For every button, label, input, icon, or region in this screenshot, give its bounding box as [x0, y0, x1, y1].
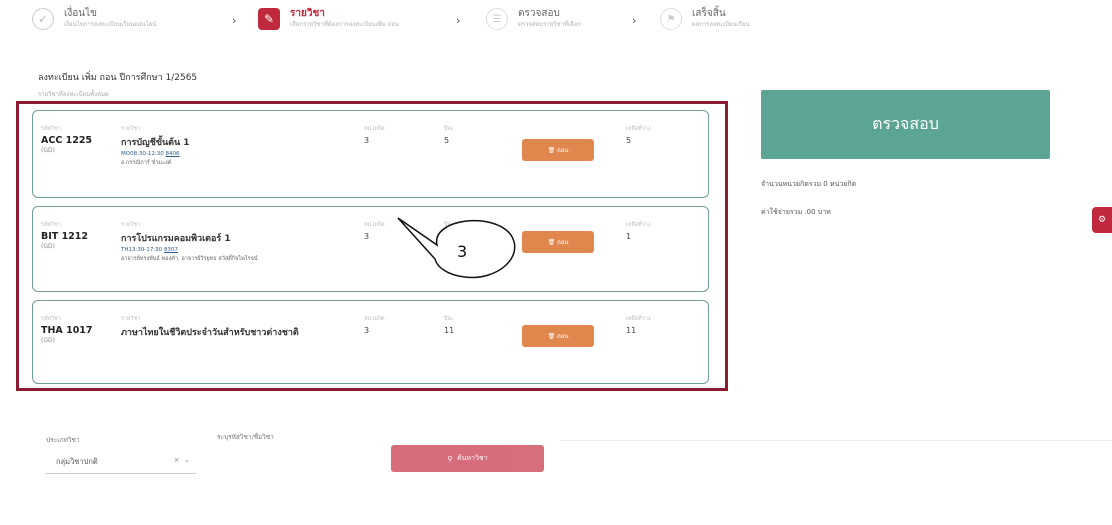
check-icon: ✓ [32, 8, 54, 30]
search-icon: ⚲ [447, 454, 457, 463]
divider [560, 440, 1112, 441]
search-button-label: ค้นหาวิชา [456, 454, 488, 462]
course-code: BIT 1212 [41, 231, 89, 242]
name-label: รายวิชา [121, 126, 141, 132]
course-type-value: กลุ่มวิชาปกติ [56, 456, 98, 466]
course-seats: 1 [626, 232, 632, 241]
seats-label: เหลือที่ว่าง [626, 316, 651, 322]
course-teacher: อาจารย์ทรงพันธ์ ทองคำ, อาจารย์วิรยุทธ สว… [121, 256, 258, 262]
trash-icon: 🗑 [547, 332, 558, 340]
clear-icon[interactable]: × [174, 456, 180, 464]
name-label: รายวิชา [121, 316, 141, 322]
credit-label: หน่วยกิต [364, 222, 385, 228]
chevron-right-icon: › [456, 14, 461, 27]
course-name: การบัญชีขั้นต้น 1 [121, 138, 190, 148]
step-courses[interactable]: ✎ รายวิชา เลือกรายวิชาที่ต้องการลงทะเบีย… [258, 8, 399, 30]
course-teacher: อ.กรรณิการ์ ขำมะงค์ [121, 160, 172, 166]
step-subtitle: เงื่อนไขการลงทะเบียนเรียนออนไลน์ [64, 21, 157, 28]
course-room[interactable]: 8307 [164, 247, 178, 253]
course-group: (GD) [41, 337, 55, 344]
remove-course-button[interactable]: 🗑 ถอน [522, 231, 594, 253]
step-title: ตรวจสอบ [518, 8, 560, 19]
course-type-select[interactable]: กลุ่มวิชาปกติ × ⌄ [46, 450, 196, 474]
course-credit: 3 [364, 136, 370, 145]
course-time: TH13:30-17:30 8307 [121, 247, 178, 253]
remove-course-button[interactable]: 🗑 ถอน [522, 325, 594, 347]
course-card: รหัสวิชา THA 1017 (GD) รายวิชา ภาษาไทยใน… [32, 300, 709, 384]
trash-icon: 🗑 [547, 146, 558, 154]
total-credit-text: จำนวนหน่วยกิตรวม 0 หน่วยกิต [761, 180, 857, 188]
course-section: 5 [444, 136, 450, 145]
code-label: รหัสวิชา [41, 222, 61, 228]
page-subtitle: รายวิชาที่ลงทะเบียนทั้งหมด [38, 91, 109, 98]
course-code: ACC 1225 [41, 135, 93, 146]
chevron-down-icon[interactable]: ⌄ [184, 456, 190, 464]
course-group: (GD) [41, 147, 55, 154]
group-label: ปีละ [444, 126, 454, 132]
list-icon: ☰ [486, 8, 508, 30]
course-room[interactable]: 8406 [166, 151, 180, 157]
course-seats: 5 [626, 136, 632, 145]
code-label: รหัสวิชา [41, 126, 61, 132]
remove-label: ถอน [557, 239, 569, 246]
remove-label: ถอน [557, 147, 569, 154]
course-code-input[interactable] [217, 450, 377, 474]
trash-icon: 🗑 [547, 238, 558, 246]
course-type-label: ประเภทวิชา [46, 436, 80, 444]
gear-icon: ⚙ [1097, 215, 1107, 225]
code-label: รหัสวิชา [41, 316, 61, 322]
course-section: 11 [444, 326, 455, 335]
total-fee-text: ค่าใช้จ่ายรวม .00 บาท [761, 208, 831, 216]
chevron-right-icon: › [232, 14, 237, 27]
flag-icon: ⚑ [660, 8, 682, 30]
course-code-label: ระบุรหัสวิชา/ชื่อวิชา [217, 433, 274, 441]
course-name: ภาษาไทยในชีวิตประจำวันสำหรับชาวต่างชาติ [121, 328, 299, 338]
group-label: ปีละ [444, 316, 454, 322]
step-subtitle: เลือกรายวิชาที่ต้องการลงทะเบียนเพิ่ม ถอน [290, 21, 399, 28]
step-conditions[interactable]: ✓ เงื่อนไข เงื่อนไขการลงทะเบียนเรียนออนไ… [32, 8, 156, 30]
step-title: เงื่อนไข [64, 8, 98, 19]
settings-tab[interactable]: ⚙ [1092, 207, 1112, 233]
edit-icon: ✎ [258, 8, 280, 30]
course-group: (GD) [41, 243, 55, 250]
step-subtitle: ผลการลงทะเบียนเรียน [692, 21, 750, 28]
course-credit: 3 [364, 232, 370, 241]
registration-stepper: ✓ เงื่อนไข เงื่อนไขการลงทะเบียนเรียนออนไ… [0, 0, 1112, 40]
course-name: การโปรแกรมคอมพิวเตอร์ 1 [121, 234, 231, 244]
chevron-right-icon: › [632, 14, 637, 27]
annotation-bubble: 3 [397, 217, 516, 279]
course-card: รหัสวิชา ACC 1225 (GD) รายวิชา การบัญชีข… [32, 110, 709, 198]
search-course-button[interactable]: ⚲ ค้นหาวิชา [391, 445, 544, 472]
course-card: รหัสวิชา BIT 1212 (GD) รายวิชา การโปรแกร… [32, 206, 709, 292]
page-title: ลงทะเบียน เพิ่ม ถอน ปีการศึกษา 1/2565 [38, 73, 198, 83]
course-seats: 11 [626, 326, 637, 335]
seats-label: เหลือที่ว่าง [626, 126, 651, 132]
step-finish[interactable]: ⚑ เสร็จสิ้น ผลการลงทะเบียนเรียน [660, 8, 750, 30]
annotation-number: 3 [457, 242, 467, 261]
verify-button[interactable]: ตรวจสอบ [761, 90, 1050, 159]
credit-label: หน่วยกิต [364, 316, 385, 322]
step-subtitle: ตรวจสอบรายวิชาที่เลือก [518, 21, 581, 28]
step-title: เสร็จสิ้น [692, 8, 726, 19]
step-verify[interactable]: ☰ ตรวจสอบ ตรวจสอบรายวิชาที่เลือก [486, 8, 581, 30]
course-code: THA 1017 [41, 325, 93, 336]
step-title: รายวิชา [290, 8, 325, 19]
credit-label: หน่วยกิต [364, 126, 385, 132]
course-time: MO08:30-12:30 8406 [121, 151, 180, 157]
seats-label: เหลือที่ว่าง [626, 222, 651, 228]
remove-label: ถอน [557, 333, 569, 340]
name-label: รายวิชา [121, 222, 141, 228]
remove-course-button[interactable]: 🗑 ถอน [522, 139, 594, 161]
course-credit: 3 [364, 326, 370, 335]
